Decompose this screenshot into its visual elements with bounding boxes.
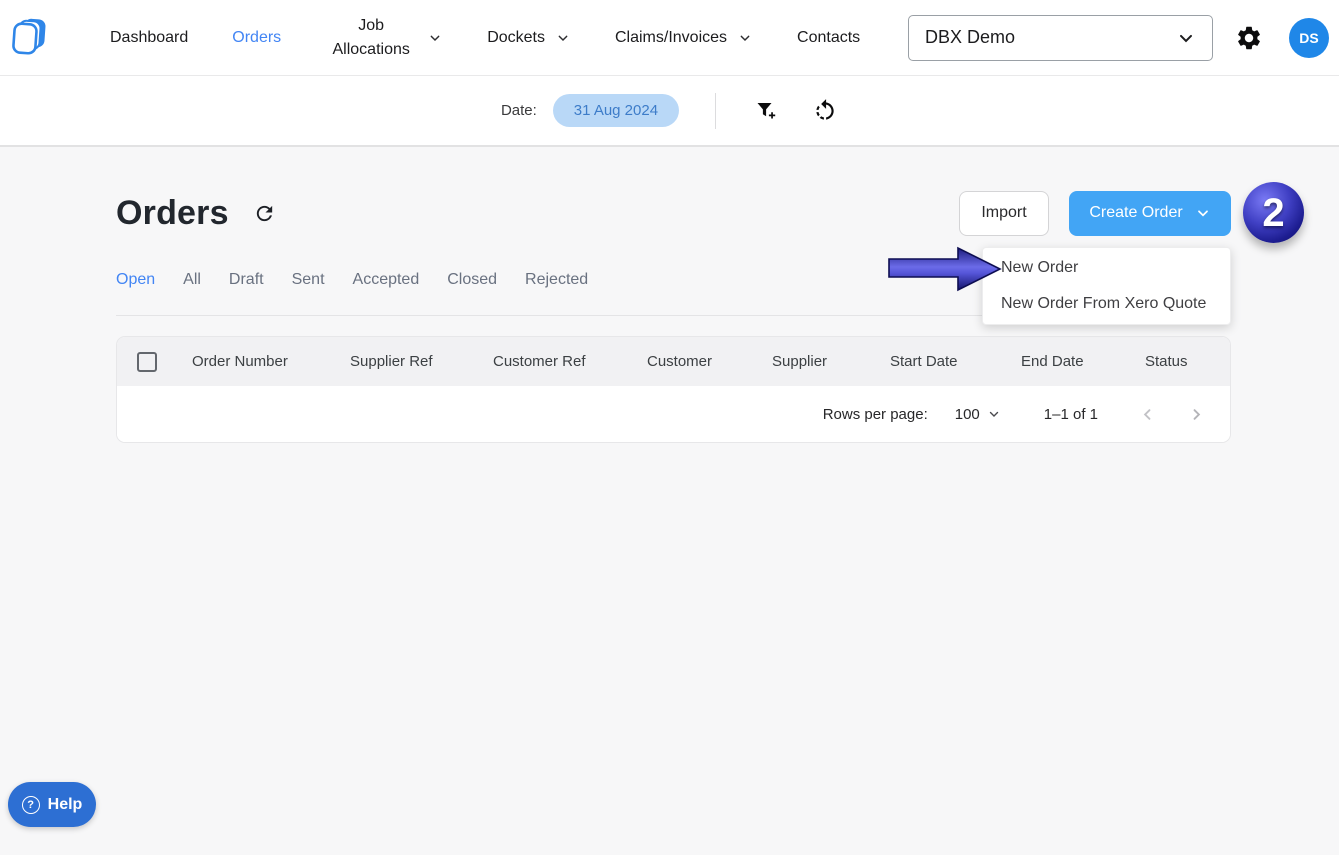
- column-header-supplier-ref: Supplier Ref: [335, 353, 478, 370]
- tab-draft[interactable]: Draft: [229, 271, 264, 289]
- select-all-checkbox[interactable]: [137, 352, 157, 372]
- table-pagination: Rows per page: 100 1–1 of 1: [117, 386, 1230, 442]
- nav-right-group: DBX Demo DS: [908, 15, 1329, 61]
- organisation-select-value: DBX Demo: [925, 27, 1176, 48]
- avatar-initials: DS: [1299, 30, 1318, 46]
- tab-sent[interactable]: Sent: [292, 271, 325, 289]
- rows-per-page-select[interactable]: 100: [955, 406, 1001, 423]
- chevron-down-icon: [1195, 205, 1211, 221]
- nav-label: Claims/Invoices: [615, 29, 727, 47]
- tutorial-arrow-icon: [888, 246, 1002, 297]
- orders-table: Order Number Supplier Ref Customer Ref C…: [116, 336, 1231, 443]
- nav-item-orders[interactable]: Orders: [232, 29, 281, 47]
- column-header-customer: Customer: [632, 353, 757, 370]
- organisation-select[interactable]: DBX Demo: [908, 15, 1213, 61]
- nav-item-dockets[interactable]: Dockets: [487, 29, 571, 47]
- nav-label: Job Allocations: [325, 14, 417, 60]
- step-number: 2: [1262, 193, 1284, 233]
- tab-all[interactable]: All: [183, 271, 201, 289]
- select-all-cell: [117, 352, 177, 372]
- column-header-status: Status: [1130, 353, 1230, 370]
- date-filter-bar: Date: 31 Aug 2024: [0, 76, 1339, 147]
- title-actions: Import Create Order: [959, 191, 1231, 236]
- nav-label: Orders: [232, 29, 281, 47]
- chevron-down-icon: [987, 407, 1001, 421]
- page-title: Orders: [116, 194, 229, 233]
- chevron-down-icon: [1176, 28, 1196, 48]
- nav-label: Dashboard: [110, 29, 188, 47]
- pagination-range: 1–1 of 1: [1044, 406, 1098, 423]
- column-header-order-number: Order Number: [177, 353, 335, 370]
- rows-per-page-label: Rows per page:: [823, 406, 928, 423]
- column-header-supplier: Supplier: [757, 353, 875, 370]
- table-header-row: Order Number Supplier Ref Customer Ref C…: [117, 337, 1230, 386]
- rows-per-page-value: 100: [955, 406, 980, 423]
- tab-rejected[interactable]: Rejected: [525, 271, 588, 289]
- main-nav: Dashboard Orders Job Allocations Dockets…: [110, 14, 860, 60]
- nav-item-job-allocations[interactable]: Job Allocations: [325, 14, 443, 60]
- user-avatar[interactable]: DS: [1289, 18, 1329, 58]
- tab-closed[interactable]: Closed: [447, 271, 497, 289]
- add-filter-icon[interactable]: [754, 99, 778, 123]
- tab-accepted[interactable]: Accepted: [353, 271, 420, 289]
- question-circle-icon: ?: [22, 796, 40, 814]
- top-nav: Dashboard Orders Job Allocations Dockets…: [0, 0, 1339, 76]
- reset-filters-icon[interactable]: [812, 98, 838, 124]
- create-order-button[interactable]: Create Order: [1069, 191, 1231, 236]
- next-page-icon[interactable]: [1187, 405, 1206, 424]
- create-order-menu: New Order New Order From Xero Quote: [982, 247, 1231, 325]
- nav-item-contacts[interactable]: Contacts: [797, 29, 860, 47]
- title-row: Orders Import Create Order: [116, 190, 1231, 236]
- chevron-down-icon: [555, 30, 571, 46]
- nav-item-dashboard[interactable]: Dashboard: [110, 29, 188, 47]
- chevron-down-icon: [737, 30, 753, 46]
- menu-item-new-order[interactable]: New Order: [983, 250, 1230, 286]
- import-button[interactable]: Import: [959, 191, 1049, 236]
- date-filter-chip[interactable]: 31 Aug 2024: [553, 94, 679, 127]
- tutorial-step-badge: 2: [1243, 182, 1304, 243]
- app-logo-icon[interactable]: [8, 14, 52, 62]
- help-label: Help: [48, 796, 83, 814]
- nav-item-claims-invoices[interactable]: Claims/Invoices: [615, 29, 753, 47]
- column-header-customer-ref: Customer Ref: [478, 353, 632, 370]
- column-header-start-date: Start Date: [875, 353, 1006, 370]
- previous-page-icon[interactable]: [1138, 405, 1157, 424]
- chevron-down-icon: [427, 30, 443, 46]
- nav-label: Dockets: [487, 29, 545, 47]
- create-order-label: Create Order: [1089, 204, 1182, 222]
- help-button[interactable]: ? Help: [8, 782, 96, 827]
- nav-label: Contacts: [797, 29, 860, 47]
- divider: [715, 93, 716, 129]
- menu-item-new-order-from-xero-quote[interactable]: New Order From Xero Quote: [983, 286, 1230, 322]
- column-header-end-date: End Date: [1006, 353, 1130, 370]
- date-label: Date:: [501, 102, 537, 119]
- settings-gear-icon[interactable]: [1235, 24, 1263, 52]
- tab-open[interactable]: Open: [116, 271, 155, 289]
- refresh-icon[interactable]: [253, 202, 276, 225]
